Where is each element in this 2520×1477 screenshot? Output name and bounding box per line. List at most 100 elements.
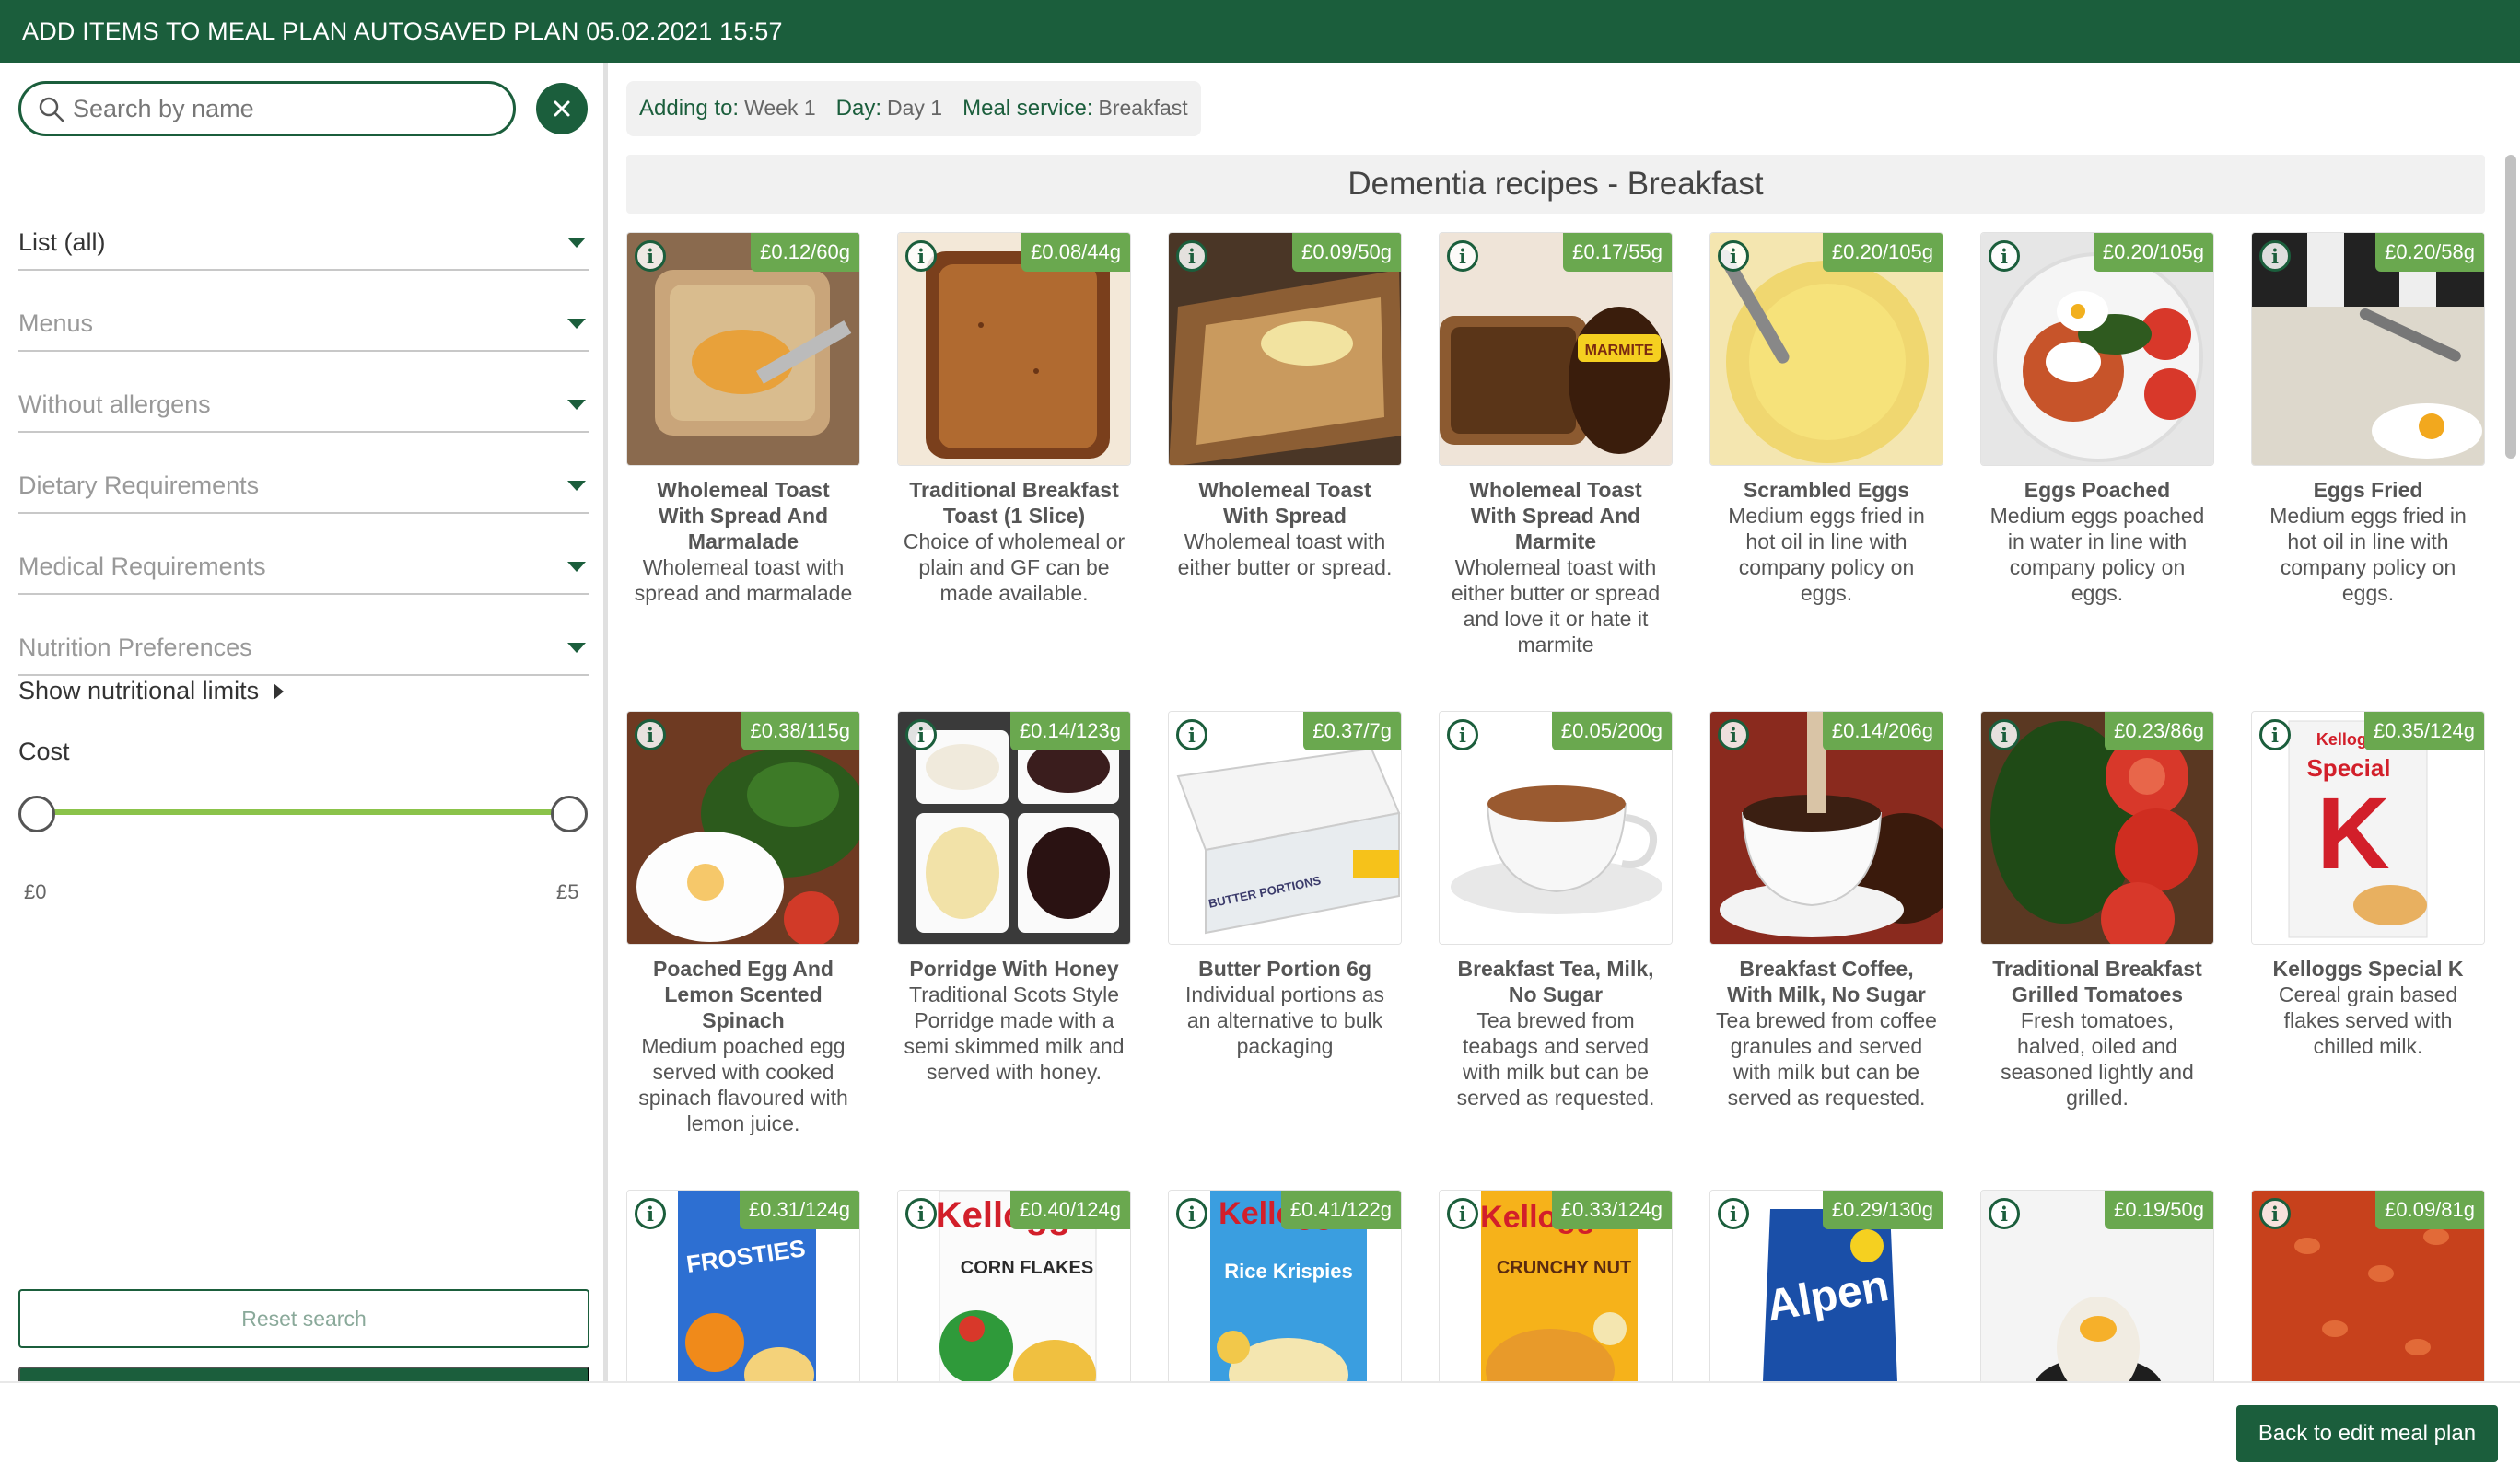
cost-slider-max-handle[interactable] [551, 796, 588, 832]
thumb-corn-flakes-label: CORN FLAKES [961, 1258, 1093, 1278]
recipe-card[interactable]: i £0.23/86g Traditional Breakfast Grilled … [1980, 711, 2214, 1111]
recipe-card[interactable]: Kellogg'sRice Krispiesi£0.41/122g [1168, 1190, 1402, 1381]
filter-medical[interactable]: Medical Requirements [18, 540, 589, 595]
toast-butter-thumbnail[interactable]: i £0.09/50g [1168, 232, 1402, 466]
tea-cup-thumbnail[interactable]: i £0.05/200g [1439, 711, 1673, 945]
search-input[interactable] [73, 94, 478, 123]
poached-egg-spinach-thumbnail[interactable]: i £0.38/115g [626, 711, 860, 945]
rice-krispies-box-thumbnail[interactable]: Kellogg'sRice Krispiesi£0.41/122g [1168, 1190, 1402, 1381]
fried-egg-thumbnail[interactable]: i £0.20/58g [2251, 232, 2485, 466]
filter-sidebar: List (all) Menus Without allergens Dieta… [0, 63, 608, 1424]
filter-dietary-label: Dietary Requirements [18, 471, 260, 499]
filter-allergens-label: Without allergens [18, 390, 211, 418]
info-icon[interactable]: i [635, 240, 666, 272]
recipe-description: Fresh tomatoes, halved, oiled and season… [2001, 1008, 2194, 1110]
recipe-grid: i £0.12/60g Wholemeal Toast With Spread An… [626, 232, 2487, 1381]
special-k-box-thumbnail[interactable]: Kellogg's Special Ki £0.35/124g [2251, 711, 2485, 945]
scrambled-eggs-thumbnail[interactable]: i £0.20/105g [1709, 232, 1943, 466]
cost-slider-min-handle[interactable] [18, 796, 55, 832]
poached-eggs-plate-thumbnail[interactable]: i £0.20/105g [1980, 232, 2214, 466]
recipe-card[interactable]: i £0.14/123g Porridge With Honey Traditiona… [897, 711, 1131, 1085]
info-icon[interactable]: i [905, 240, 937, 272]
filter-list[interactable]: List (all) [18, 215, 589, 271]
filter-menus[interactable]: Menus [18, 297, 589, 352]
frosties-box-thumbnail[interactable]: FROSTIES i £0.31/124g [626, 1190, 860, 1381]
recipe-card[interactable]: AlpenNo Added Sugari£0.29/130g [1709, 1190, 1943, 1381]
info-icon[interactable]: i [635, 719, 666, 750]
reset-search-button[interactable]: Reset search [18, 1289, 589, 1348]
search-box[interactable] [18, 81, 516, 136]
nutritional-limits-toggle[interactable]: Show nutritional limits [18, 677, 285, 705]
filter-allergens[interactable]: Without allergens [18, 378, 589, 433]
boiled-egg-thumbnail[interactable]: i £0.19/50g [1980, 1190, 2214, 1381]
price-badge: £0.17/55g [1563, 233, 1672, 272]
info-icon[interactable]: i [1989, 1198, 2020, 1229]
filter-nutrition[interactable]: Nutrition Preferences [18, 621, 589, 676]
info-icon[interactable]: i [635, 1198, 666, 1229]
cost-slider[interactable] [18, 796, 588, 832]
adding-to-label: Adding to: [639, 96, 740, 121]
info-icon[interactable]: i [1447, 1198, 1478, 1229]
info-icon[interactable]: i [1718, 240, 1749, 272]
toast-marmite-thumbnail[interactable]: MARMITE i £0.17/55g [1439, 232, 1673, 466]
day-value: Day 1 [887, 96, 943, 120]
baked-beans-thumbnail[interactable]: i £0.09/81g [2251, 1190, 2485, 1381]
recipe-card[interactable]: Kellogg's CRUNCHY NUT i £0.33/124g [1439, 1190, 1673, 1381]
info-icon[interactable]: i [2259, 719, 2291, 750]
price-badge: £0.41/122g [1280, 1191, 1401, 1229]
coffee-cup-thumbnail[interactable]: i £0.14/206g [1709, 711, 1943, 945]
back-to-edit-meal-plan-button[interactable]: Back to edit meal plan [2236, 1405, 2498, 1462]
recipe-card[interactable]: i £0.38/115g Poached Egg And Lemon Scented… [626, 711, 860, 1136]
info-icon[interactable]: i [1718, 719, 1749, 750]
info-icon[interactable]: i [1989, 240, 2020, 272]
info-icon[interactable]: i [1989, 719, 2020, 750]
info-icon[interactable]: i [905, 1198, 937, 1229]
cost-max-label: £5 [556, 880, 579, 903]
filter-nutrition-label: Nutrition Preferences [18, 633, 252, 661]
corn-flakes-box-thumbnail[interactable]: Kellogg'sCORN FLAKESi£0.40/124g [897, 1190, 1131, 1381]
recipe-card[interactable]: i £0.20/58g Eggs Fried Medium eggs fried in… [2251, 232, 2485, 606]
alpen-bag-thumbnail[interactable]: AlpenNo Added Sugari£0.29/130g [1709, 1190, 1943, 1381]
toast-marmalade-thumbnail[interactable]: i £0.12/60g [626, 232, 860, 466]
info-icon[interactable]: i [905, 719, 937, 750]
info-icon[interactable]: i [1176, 240, 1208, 272]
chevron-down-icon [567, 642, 586, 653]
recipe-card[interactable]: i £0.19/50g [1980, 1190, 2214, 1381]
recipe-card[interactable]: i £0.20/105g Scrambled Eggs Medium eggs fri… [1709, 232, 1943, 606]
recipe-card[interactable]: BUTTER PORTIONS i £0.37/7g Butter Portion 6… [1168, 711, 1402, 1059]
recipe-name: Poached Egg And Lemon Scented Spinach [653, 957, 834, 1032]
cost-min-label: £0 [24, 880, 47, 903]
recipe-card[interactable]: i £0.08/44g Traditional Breakfast Toast (1… [897, 232, 1131, 606]
info-icon[interactable]: i [1176, 1198, 1208, 1229]
info-icon[interactable]: i [1447, 719, 1478, 750]
clear-search-button[interactable] [536, 83, 588, 134]
info-icon[interactable]: i [2259, 240, 2291, 272]
toast-thumbnail[interactable]: i £0.08/44g [897, 232, 1131, 466]
price-badge: £0.38/115g [741, 712, 859, 750]
scrollbar[interactable] [2505, 155, 2516, 459]
recipe-card[interactable]: FROSTIES i £0.31/124g [626, 1190, 860, 1381]
recipe-card[interactable]: i £0.05/200g Breakfast Tea, Milk, No Sugar… [1439, 711, 1673, 1111]
crunchy-nut-box-thumbnail[interactable]: Kellogg's CRUNCHY NUT i £0.33/124g [1439, 1190, 1673, 1381]
nutritional-limits-label: Show nutritional limits [18, 677, 260, 704]
recipe-card[interactable]: Kellogg's Special Ki £0.35/124g Kelloggs Spe… [2251, 711, 2485, 1059]
recipe-card[interactable]: i £0.09/81g [2251, 1190, 2485, 1381]
butter-box-thumbnail[interactable]: BUTTER PORTIONS i £0.37/7g [1168, 711, 1402, 945]
info-icon[interactable]: i [1447, 240, 1478, 272]
context-chip: Adding to: Week 1 Day: Day 1 Meal service:… [626, 81, 1201, 136]
recipe-card[interactable]: MARMITE i £0.17/55g Wholemeal Toast With Sp… [1439, 232, 1673, 657]
porridge-thumbnail[interactable]: i £0.14/123g [897, 711, 1131, 945]
filter-dietary[interactable]: Dietary Requirements [18, 459, 589, 514]
recipe-card[interactable]: i £0.20/105g Eggs Poached Medium eggs poach… [1980, 232, 2214, 606]
info-icon[interactable]: i [1176, 719, 1208, 750]
grilled-tomatoes-thumbnail[interactable]: i £0.23/86g [1980, 711, 2214, 945]
price-badge: £0.09/50g [1292, 233, 1401, 272]
recipe-card[interactable]: i £0.12/60g Wholemeal Toast With Spread An… [626, 232, 860, 606]
info-icon[interactable]: i [1718, 1198, 1749, 1229]
recipe-card[interactable]: i £0.09/50g Wholemeal Toast With Spread Who… [1168, 232, 1402, 580]
info-icon[interactable]: i [2259, 1198, 2291, 1229]
recipe-card[interactable]: i £0.14/206g Breakfast Coffee, With Milk, … [1709, 711, 1943, 1111]
price-badge: £0.14/206g [1822, 712, 1942, 750]
price-badge: £0.35/124g [2363, 712, 2484, 750]
recipe-card[interactable]: Kellogg'sCORN FLAKESi£0.40/124g [897, 1190, 1131, 1381]
